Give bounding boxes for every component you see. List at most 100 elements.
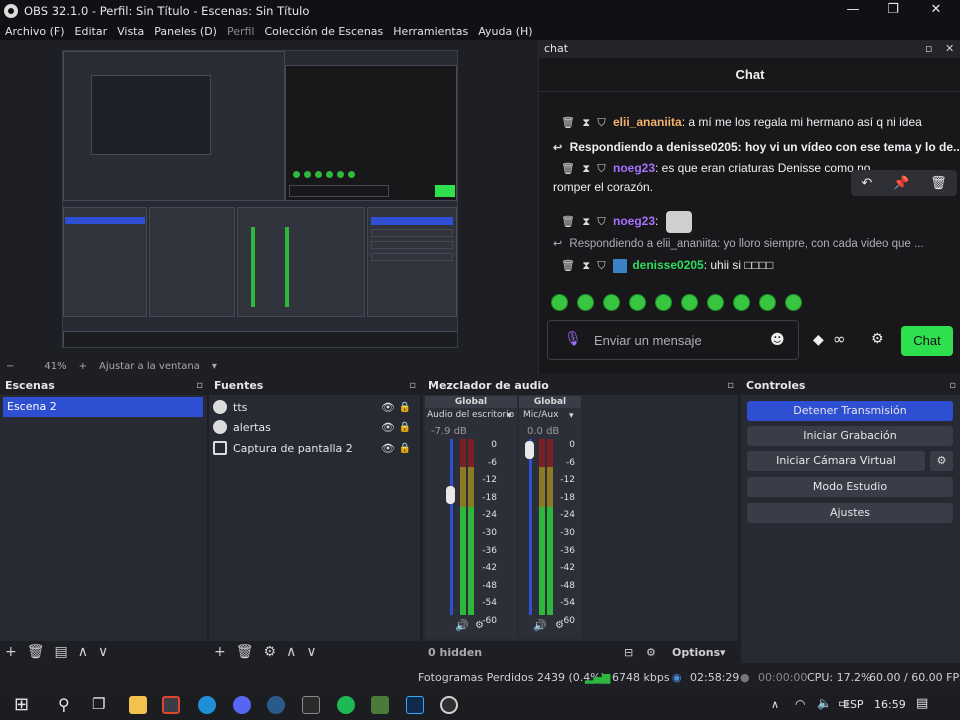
timeout-icon[interactable]: ⧗ (582, 117, 590, 130)
brave-browser-icon[interactable] (162, 696, 180, 714)
eye-icon[interactable]: 👁 (381, 401, 395, 414)
delete-icon[interactable]: 🗑 (561, 116, 575, 129)
start-virtual-camera-button[interactable]: Iniciar Cámara Virtual (747, 451, 925, 471)
chevron-up-icon[interactable]: ∧ (771, 698, 779, 711)
menu-editar[interactable]: Editar (70, 25, 113, 38)
search-icon[interactable]: ⚲ (58, 695, 70, 714)
chevron-down-icon[interactable]: ▾ (206, 361, 223, 372)
microphone-icon[interactable]: 🎙 (564, 331, 582, 347)
clock[interactable]: 16:59 (874, 698, 906, 711)
discord-icon[interactable] (233, 696, 251, 714)
scene-item[interactable]: Escena 2 (3, 397, 203, 417)
windows-start-icon[interactable]: ⊞ (14, 694, 29, 715)
bits-icon[interactable]: ◆ (813, 332, 824, 348)
steam-icon[interactable] (267, 696, 285, 714)
channel-name[interactable]: Audio del escritorio (427, 410, 514, 420)
notifications-icon[interactable]: ▤ (916, 696, 928, 711)
menu-perfil[interactable]: Perfil (222, 25, 260, 38)
emote-icon[interactable] (733, 294, 750, 311)
virtual-camera-gear-icon[interactable]: ⚙ (930, 451, 953, 471)
timeout-icon[interactable]: ⧗ (582, 216, 590, 229)
epic-games-icon[interactable] (302, 696, 320, 714)
close-dock-icon[interactable]: ✕ (945, 40, 954, 58)
emote-icon[interactable] (707, 294, 724, 311)
wifi-icon[interactable]: ◠ (795, 697, 805, 711)
filter-icon[interactable]: ▤ (50, 644, 73, 660)
chat-username[interactable]: elii_ananiita (613, 115, 682, 129)
volume-slider-handle[interactable] (525, 441, 534, 459)
close-button[interactable]: ✕ (916, 0, 956, 22)
menu-herramientas[interactable]: Herramientas (388, 25, 473, 38)
chat-input[interactable]: 🎙 Enviar un mensaje ☻ (547, 320, 799, 360)
emote-icon[interactable] (655, 294, 672, 311)
lock-icon[interactable]: 🔒 (399, 402, 411, 413)
menu-vista[interactable]: Vista (112, 25, 149, 38)
photoshop-icon[interactable] (406, 696, 424, 714)
delete-icon[interactable]: 🗑 (561, 259, 575, 272)
eye-icon[interactable]: 👁 (381, 442, 395, 455)
file-explorer-icon[interactable] (129, 696, 147, 714)
fit-window-select[interactable]: Ajustar a la ventana (93, 361, 206, 372)
emote-icon[interactable] (551, 294, 568, 311)
emote-icon[interactable] (629, 294, 646, 311)
chevron-down-icon[interactable]: ▾ (507, 411, 512, 421)
edge-icon[interactable] (198, 696, 216, 714)
trash-icon[interactable]: 🗑 (231, 644, 259, 660)
lock-icon[interactable]: 🔒 (399, 422, 411, 433)
source-item[interactable]: Captura de pantalla 2 👁 🔒 (213, 438, 413, 458)
volume-icon[interactable]: 🔈 (817, 696, 832, 710)
emote-icon[interactable] (577, 294, 594, 311)
add-icon[interactable]: + (209, 644, 231, 660)
emote-icon[interactable] (603, 294, 620, 311)
settings-button[interactable]: Ajustes (747, 503, 953, 523)
reply-text[interactable]: Respondiendo a elii_ananiita: yo lloro s… (569, 238, 923, 250)
spotify-icon[interactable] (337, 696, 355, 714)
chat-send-button[interactable]: Chat (901, 326, 953, 356)
speaker-icon[interactable]: 🔊 (455, 619, 469, 632)
studio-mode-button[interactable]: Modo Estudio (747, 477, 953, 497)
emote-icon[interactable] (681, 294, 698, 311)
menu-paneles[interactable]: Paneles (D) (149, 25, 222, 38)
float-dock-icon[interactable]: ▫ (409, 377, 416, 395)
emoji-icon[interactable]: ☻ (770, 332, 785, 348)
source-item[interactable]: tts 👁 🔒 (213, 397, 413, 417)
delete-icon[interactable]: 🗑 (930, 176, 947, 191)
gear-icon[interactable]: ⚙ (641, 646, 661, 659)
move-down-icon[interactable]: ∨ (301, 644, 321, 660)
stop-stream-button[interactable]: Detener Transmisión (747, 401, 953, 421)
gear-icon[interactable]: ⚙ (871, 331, 884, 347)
task-view-icon[interactable]: ❐ (92, 695, 105, 713)
chat-username[interactable]: noeg23 (613, 161, 655, 175)
pin-icon[interactable]: 📌 (893, 176, 909, 191)
channel-gear-icon[interactable]: ⚙ (555, 620, 564, 631)
float-dock-icon[interactable]: ▫ (196, 377, 203, 395)
move-down-icon[interactable]: ∨ (93, 644, 113, 660)
volume-slider[interactable] (450, 439, 453, 615)
eye-icon[interactable]: 👁 (381, 421, 395, 434)
zoom-in-button[interactable]: + (73, 361, 93, 372)
source-item[interactable]: alertas 👁 🔒 (213, 417, 413, 437)
delete-icon[interactable]: 🗑 (561, 215, 575, 228)
float-dock-icon[interactable]: ▫ (925, 40, 932, 58)
chat-username[interactable]: denisse0205 (632, 258, 703, 272)
preview-canvas[interactable] (62, 50, 458, 348)
layout-icon[interactable]: ⊟ (619, 646, 638, 659)
chat-username[interactable]: noeg23 (613, 214, 655, 228)
speaker-icon[interactable]: 🔊 (533, 619, 547, 632)
add-icon[interactable]: + (0, 644, 22, 660)
minimize-button[interactable]: — (833, 0, 873, 22)
infinity-icon[interactable]: ∞ (833, 330, 846, 348)
trash-icon[interactable]: 🗑 (22, 644, 50, 660)
zoom-out-button[interactable]: − (0, 361, 20, 372)
gear-icon[interactable]: ⚙ (259, 644, 282, 660)
chevron-down-icon[interactable]: ▾ (715, 646, 731, 659)
menu-archivo[interactable]: Archivo (F) (0, 25, 70, 38)
timeout-icon[interactable]: ⧗ (582, 163, 590, 176)
language-indicator[interactable]: ESP (843, 698, 864, 711)
volume-slider-handle[interactable] (446, 486, 455, 504)
chevron-down-icon[interactable]: ▾ (569, 411, 574, 421)
obs-taskbar-icon[interactable] (440, 696, 458, 714)
channel-gear-icon[interactable]: ⚙ (475, 620, 484, 631)
emote-icon[interactable] (785, 294, 802, 311)
lock-icon[interactable]: 🔒 (399, 443, 411, 454)
